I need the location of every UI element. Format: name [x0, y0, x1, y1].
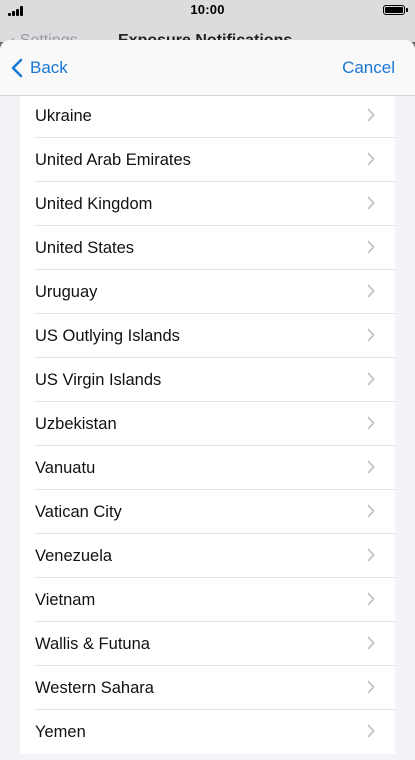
country-label: Western Sahara	[35, 679, 154, 697]
country-row[interactable]: United Kingdom	[20, 182, 395, 226]
chevron-right-icon	[367, 724, 375, 738]
country-label: United States	[35, 239, 135, 257]
country-label: US Outlying Islands	[35, 327, 180, 345]
sheet-navigation-bar: Back Cancel	[0, 40, 415, 96]
country-row[interactable]: Yemen	[20, 710, 395, 754]
country-row[interactable]: Vatican City	[20, 490, 395, 534]
country-row[interactable]: United Arab Emirates	[20, 138, 395, 182]
status-time: 10:00	[190, 2, 225, 17]
chevron-right-icon	[367, 196, 375, 210]
battery-icon	[383, 5, 408, 15]
chevron-right-icon	[367, 504, 375, 518]
country-row[interactable]: Wallis & Futuna	[20, 622, 395, 666]
chevron-right-icon	[367, 152, 375, 166]
country-row[interactable]: Ukraine	[20, 94, 395, 138]
country-label: Venezuela	[35, 547, 113, 565]
country-row[interactable]: Uruguay	[20, 270, 395, 314]
status-bar: 10:00	[0, 0, 415, 20]
country-label: Uruguay	[35, 283, 98, 301]
back-button[interactable]: Back	[10, 56, 68, 80]
country-label: Vatican City	[35, 503, 122, 521]
country-row[interactable]: United States	[20, 226, 395, 270]
chevron-right-icon	[367, 636, 375, 650]
chevron-right-icon	[367, 328, 375, 342]
chevron-left-icon	[11, 58, 23, 78]
background-navigation-bar: ‹ Settings Exposure Notifications	[0, 20, 415, 42]
country-label: Vanuatu	[35, 459, 96, 477]
country-row[interactable]: US Outlying Islands	[20, 314, 395, 358]
country-picker-sheet: Back Cancel Ukraine United Arab Emirates U…	[0, 40, 415, 760]
country-row[interactable]: Vietnam	[20, 578, 395, 622]
country-row[interactable]: US Virgin Islands	[20, 358, 395, 402]
country-label: United Kingdom	[35, 195, 153, 213]
country-row[interactable]: Western Sahara	[20, 666, 395, 710]
country-label: US Virgin Islands	[35, 371, 162, 389]
chevron-right-icon	[367, 680, 375, 694]
back-button-label: Back	[30, 58, 68, 77]
chevron-right-icon	[367, 372, 375, 386]
chevron-right-icon	[367, 240, 375, 254]
chevron-right-icon	[367, 592, 375, 606]
country-row[interactable]: Uzbekistan	[20, 402, 395, 446]
country-row[interactable]: Venezuela	[20, 534, 395, 578]
country-label: Wallis & Futuna	[35, 635, 150, 653]
chevron-right-icon	[367, 108, 375, 122]
country-label: Vietnam	[35, 591, 96, 609]
country-label: Yemen	[35, 723, 86, 741]
chevron-right-icon	[367, 548, 375, 562]
chevron-right-icon	[367, 460, 375, 474]
chevron-right-icon	[367, 284, 375, 298]
country-row[interactable]: Vanuatu	[20, 446, 395, 490]
country-label: Ukraine	[35, 107, 92, 125]
country-list: Ukraine United Arab Emirates United Kingdo…	[20, 94, 395, 754]
country-label: Uzbekistan	[35, 415, 117, 433]
country-label: United Arab Emirates	[35, 151, 191, 169]
cancel-button[interactable]: Cancel	[342, 58, 395, 78]
chevron-right-icon	[367, 416, 375, 430]
